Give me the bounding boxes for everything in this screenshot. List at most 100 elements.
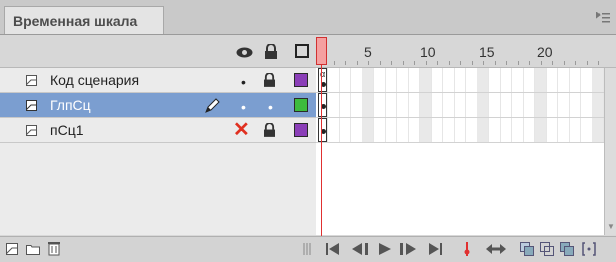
step-back-icon[interactable] — [352, 242, 370, 256]
frame-cell[interactable] — [500, 93, 512, 117]
outline-color-toggle[interactable] — [294, 73, 308, 87]
new-layer-icon[interactable] — [6, 243, 18, 255]
frame-cell[interactable] — [385, 118, 397, 142]
play-icon[interactable] — [378, 242, 392, 256]
frame-cell[interactable] — [558, 93, 570, 117]
playhead[interactable] — [316, 37, 327, 65]
lock-icon[interactable] — [264, 123, 275, 137]
frame-cell[interactable] — [569, 93, 581, 117]
frame-cell[interactable] — [419, 118, 432, 142]
frame-cell[interactable] — [454, 93, 466, 117]
frame-cell[interactable] — [362, 118, 374, 142]
frame-cell[interactable] — [443, 93, 455, 117]
frame-cell[interactable] — [408, 68, 420, 92]
frame-cell[interactable] — [592, 93, 604, 117]
frame-cell[interactable] — [489, 93, 501, 117]
frame-cell[interactable] — [466, 68, 478, 92]
vertical-scrollbar[interactable]: ▼ — [604, 68, 616, 235]
go-to-last-frame-icon[interactable] — [428, 242, 442, 256]
outline-color-toggle[interactable] — [294, 123, 308, 137]
eye-icon[interactable] — [236, 47, 253, 58]
keyframe[interactable] — [318, 93, 327, 117]
frame-cell[interactable] — [385, 93, 397, 117]
frame-cell[interactable] — [489, 68, 501, 92]
frame-cell[interactable] — [466, 118, 478, 142]
onion-skin-outlines-icon[interactable] — [540, 242, 554, 256]
frame-cell[interactable] — [351, 68, 363, 92]
frame-cell[interactable] — [454, 68, 466, 92]
frame-cell[interactable] — [397, 93, 409, 117]
loop-icon[interactable] — [486, 242, 506, 256]
go-to-first-frame-icon[interactable] — [326, 242, 340, 256]
frame-cell[interactable] — [385, 68, 397, 92]
frame-cell[interactable] — [558, 68, 570, 92]
modify-markers-icon[interactable] — [582, 242, 596, 256]
frame-cell[interactable] — [397, 68, 409, 92]
frame-cell[interactable] — [546, 118, 558, 142]
frame-cell[interactable] — [419, 93, 432, 117]
outline-icon[interactable] — [295, 44, 309, 58]
visibility-toggle[interactable]: • — [241, 99, 246, 115]
frame-cell[interactable] — [339, 93, 351, 117]
frame-cell[interactable] — [362, 93, 374, 117]
step-forward-icon[interactable] — [400, 242, 418, 256]
frame-cell[interactable] — [534, 68, 547, 92]
frame-cell[interactable] — [477, 68, 489, 92]
frame-cell[interactable] — [581, 118, 593, 142]
frame-cell[interactable] — [523, 68, 535, 92]
frame-cell[interactable] — [512, 93, 524, 117]
frame-cell[interactable] — [362, 68, 374, 92]
frame-cell[interactable] — [443, 68, 455, 92]
visibility-toggle[interactable]: • — [241, 74, 246, 90]
frame-cell[interactable] — [431, 68, 443, 92]
frame-cell[interactable] — [339, 118, 351, 142]
frame-cell[interactable] — [581, 68, 593, 92]
frame-cell[interactable] — [546, 68, 558, 92]
frame-cell[interactable] — [534, 93, 547, 117]
frame-cell[interactable] — [489, 118, 501, 142]
frame-cell[interactable] — [512, 68, 524, 92]
frame-cell[interactable] — [466, 93, 478, 117]
delete-icon[interactable] — [48, 241, 60, 256]
scroll-down-icon[interactable]: ▼ — [607, 222, 615, 231]
lock-icon[interactable] — [265, 44, 277, 59]
frame-cell[interactable] — [592, 68, 604, 92]
frame-cell[interactable] — [339, 68, 351, 92]
frame-row[interactable] — [316, 68, 604, 93]
frame-cell[interactable] — [581, 93, 593, 117]
frame-cell[interactable] — [419, 68, 432, 92]
frame-cell[interactable] — [569, 118, 581, 142]
frame-cell[interactable] — [351, 93, 363, 117]
frame-cell[interactable] — [454, 118, 466, 142]
tab-timeline[interactable]: Временная шкала — [4, 6, 164, 34]
layer-row[interactable]: Код сценария • — [0, 68, 316, 93]
frame-cell[interactable] — [408, 93, 420, 117]
frame-cell[interactable] — [500, 68, 512, 92]
frame-cell[interactable] — [477, 93, 489, 117]
frame-cell[interactable] — [546, 93, 558, 117]
frame-ruler[interactable]: 5 10 15 20 — [316, 35, 616, 67]
frame-cell[interactable] — [397, 118, 409, 142]
frame-cell[interactable] — [351, 118, 363, 142]
frame-cell[interactable] — [592, 118, 604, 142]
frame-cell[interactable] — [523, 93, 535, 117]
hidden-x-icon[interactable]: ✕ — [233, 120, 250, 140]
frame-cell[interactable] — [569, 68, 581, 92]
frame-cell[interactable] — [328, 68, 340, 92]
frame-cell[interactable] — [500, 118, 512, 142]
keyframe[interactable]: α — [318, 68, 327, 92]
panel-menu-icon[interactable] — [595, 11, 610, 27]
frame-grid[interactable] — [316, 68, 616, 235]
outline-color-toggle[interactable] — [294, 98, 308, 112]
frame-cell[interactable] — [477, 118, 489, 142]
frame-cell[interactable] — [328, 118, 340, 142]
frame-cell[interactable] — [374, 68, 386, 92]
frame-cell[interactable] — [523, 118, 535, 142]
layer-row[interactable]: пСц1 ✕ — [0, 118, 316, 143]
frame-cell[interactable] — [512, 118, 524, 142]
frame-cell[interactable] — [328, 93, 340, 117]
frame-cell[interactable] — [443, 118, 455, 142]
resize-handle-icon[interactable] — [303, 243, 311, 255]
frame-cell[interactable] — [374, 93, 386, 117]
new-folder-icon[interactable] — [26, 244, 40, 255]
